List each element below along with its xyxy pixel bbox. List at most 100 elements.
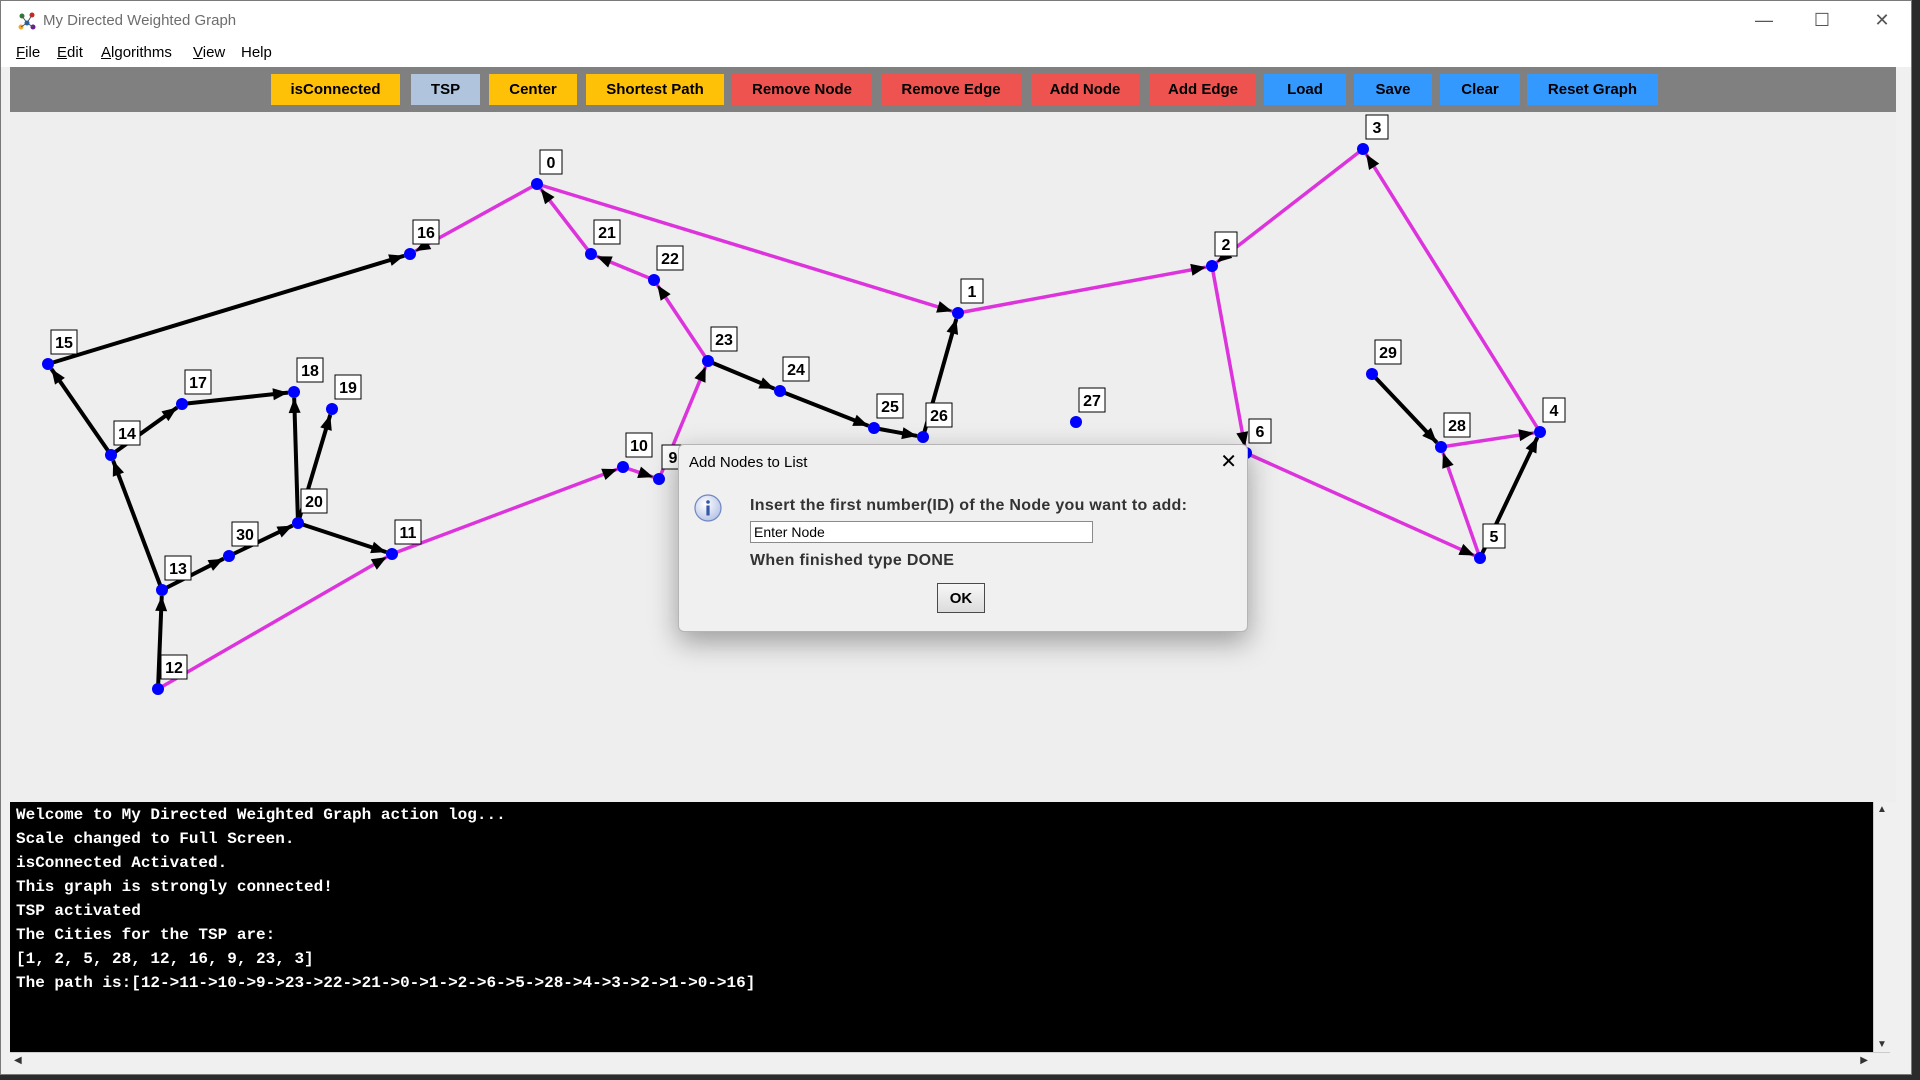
- menu-view[interactable]: View: [193, 44, 225, 61]
- graph-node[interactable]: 18: [288, 357, 324, 398]
- node-dot[interactable]: [156, 584, 168, 596]
- node-dot[interactable]: [326, 403, 338, 415]
- graph-node[interactable]: 29: [1366, 339, 1402, 380]
- center-button[interactable]: Center: [489, 74, 577, 105]
- isconnected-button[interactable]: isConnected: [271, 74, 400, 105]
- scroll-right-icon[interactable]: ▶: [1860, 1055, 1868, 1066]
- log-line: TSP activated: [16, 902, 141, 920]
- menu-file-label: ile: [25, 44, 41, 61]
- remove-edge-button[interactable]: Remove Edge: [881, 74, 1021, 105]
- node-label: 25: [881, 399, 899, 416]
- minimize-icon[interactable]: —: [1735, 1, 1793, 39]
- node-dot[interactable]: [404, 248, 416, 260]
- graph-node[interactable]: 23: [702, 326, 738, 367]
- node-dot[interactable]: [1435, 441, 1447, 453]
- title-bar[interactable]: My Directed Weighted Graph — ☐ ✕: [1, 1, 1911, 39]
- node-dot[interactable]: [917, 431, 929, 443]
- node-dot[interactable]: [386, 548, 398, 560]
- clear-button[interactable]: Clear: [1440, 74, 1520, 105]
- load-button[interactable]: Load: [1264, 74, 1346, 105]
- node-dot[interactable]: [1534, 426, 1546, 438]
- graph-node[interactable]: 5: [1474, 523, 1506, 564]
- node-label: 24: [787, 362, 805, 379]
- graph-node[interactable]: 13: [156, 555, 192, 596]
- node-dot[interactable]: [176, 398, 188, 410]
- graph-node[interactable]: 11: [386, 519, 422, 560]
- app-icon: [18, 12, 36, 30]
- node-dot[interactable]: [42, 358, 54, 370]
- node-label: 23: [715, 332, 733, 349]
- menu-edit-label: dit: [67, 44, 83, 61]
- graph-node[interactable]: 22: [648, 245, 684, 286]
- add-node-button[interactable]: Add Node: [1031, 74, 1139, 105]
- log-line: [1, 2, 5, 28, 12, 16, 9, 23, 3]: [16, 950, 314, 968]
- maximize-icon[interactable]: ☐: [1793, 1, 1851, 39]
- node-dot[interactable]: [617, 461, 629, 473]
- log-line: Scale changed to Full Screen.: [16, 830, 295, 848]
- graph-node[interactable]: 24: [774, 356, 810, 397]
- log-horizontal-scrollbar[interactable]: ◀ ▶: [10, 1052, 1890, 1069]
- node-label: 5: [1490, 529, 1499, 546]
- menu-file[interactable]: File: [16, 44, 40, 61]
- graph-node[interactable]: 10: [617, 432, 653, 473]
- save-button[interactable]: Save: [1354, 74, 1432, 105]
- node-dot[interactable]: [648, 274, 660, 286]
- ok-button[interactable]: OK: [937, 583, 985, 613]
- log-line: Welcome to My Directed Weighted Graph ac…: [16, 806, 506, 824]
- graph-node[interactable]: 0: [531, 149, 563, 190]
- tsp-button[interactable]: TSP: [411, 74, 480, 105]
- scroll-down-icon[interactable]: ▼: [1877, 1039, 1887, 1050]
- graph-node[interactable]: 19: [326, 374, 362, 415]
- graph-edge: [707, 359, 776, 391]
- node-dot[interactable]: [531, 178, 543, 190]
- node-id-input[interactable]: [750, 521, 1093, 543]
- node-dot[interactable]: [702, 355, 714, 367]
- menu-bar: File Edit Algorithms View Help: [1, 39, 1911, 67]
- node-dot[interactable]: [585, 248, 597, 260]
- node-label: 18: [301, 363, 319, 380]
- dialog-title: Add Nodes to List: [689, 454, 808, 471]
- graph-node[interactable]: 16: [404, 219, 440, 260]
- scroll-left-icon[interactable]: ◀: [14, 1055, 22, 1066]
- node-dot[interactable]: [1474, 552, 1486, 564]
- node-label: 14: [118, 426, 136, 443]
- shortest-path-button[interactable]: Shortest Path: [586, 74, 724, 105]
- node-dot[interactable]: [1357, 143, 1369, 155]
- node-dot[interactable]: [288, 386, 300, 398]
- menu-help[interactable]: Help: [241, 44, 272, 61]
- close-icon[interactable]: ✕: [1220, 449, 1237, 474]
- menu-edit[interactable]: Edit: [57, 44, 83, 61]
- node-dot[interactable]: [1206, 260, 1218, 272]
- graph-node[interactable]: 21: [585, 219, 621, 260]
- graph-node[interactable]: 2: [1206, 231, 1238, 272]
- menu-algorithms[interactable]: Algorithms: [101, 44, 172, 61]
- action-log[interactable]: Welcome to My Directed Weighted Graph ac…: [10, 802, 1890, 1052]
- node-label: 26: [930, 408, 948, 425]
- graph-node[interactable]: 15: [42, 329, 78, 370]
- node-dot[interactable]: [223, 550, 235, 562]
- graph-node[interactable]: 26: [917, 402, 953, 443]
- dialog-hint: When finished type DONE: [750, 552, 955, 569]
- scroll-up-icon[interactable]: ▲: [1877, 804, 1887, 815]
- close-icon[interactable]: ✕: [1853, 1, 1911, 39]
- node-dot[interactable]: [152, 683, 164, 695]
- graph-node[interactable]: 4: [1534, 397, 1566, 438]
- graph-node[interactable]: 27: [1070, 387, 1106, 428]
- graph-edge: [779, 389, 870, 428]
- node-dot[interactable]: [868, 422, 880, 434]
- add-edge-button[interactable]: Add Edge: [1150, 74, 1256, 105]
- log-vertical-scrollbar[interactable]: ▲ ▼: [1873, 802, 1890, 1052]
- node-dot[interactable]: [653, 473, 665, 485]
- reset-graph-button[interactable]: Reset Graph: [1527, 74, 1658, 105]
- remove-node-button[interactable]: Remove Node: [732, 74, 872, 105]
- node-dot[interactable]: [952, 307, 964, 319]
- graph-node[interactable]: 3: [1357, 114, 1389, 155]
- graph-node[interactable]: 25: [868, 393, 904, 434]
- node-dot[interactable]: [292, 517, 304, 529]
- graph-node[interactable]: 14: [105, 420, 141, 461]
- node-dot[interactable]: [1070, 416, 1082, 428]
- graph-node[interactable]: 30: [223, 521, 259, 562]
- node-dot[interactable]: [1366, 368, 1378, 380]
- node-dot[interactable]: [105, 449, 117, 461]
- node-dot[interactable]: [774, 385, 786, 397]
